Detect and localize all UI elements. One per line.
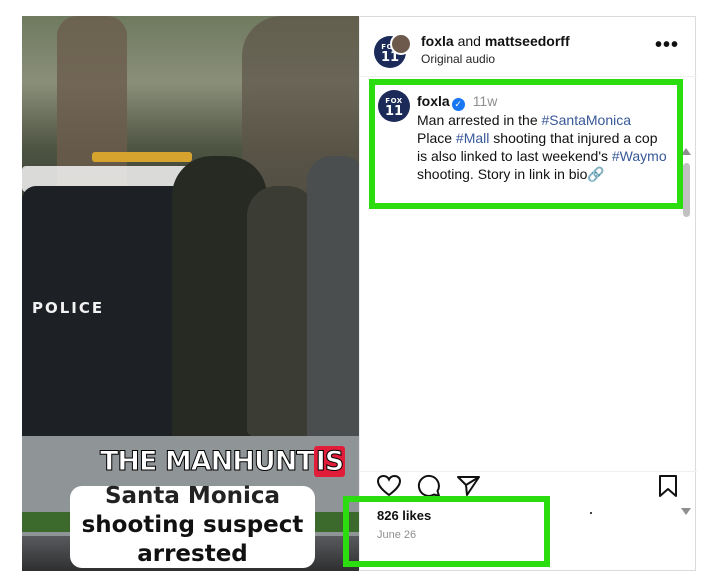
police-car-label: POLICE xyxy=(32,299,105,317)
verified-badge-icon: ✓ xyxy=(451,98,465,111)
caption-author-avatar[interactable]: FOX 11 xyxy=(378,90,410,122)
post-date[interactable]: June 26 xyxy=(377,529,416,541)
save-bookmark-icon[interactable] xyxy=(657,474,679,498)
avatar-channel-number: 11 xyxy=(384,104,404,119)
more-options-icon[interactable]: ••• xyxy=(655,35,679,55)
video-caption-line: arrested xyxy=(137,541,248,567)
audio-link[interactable]: Original audio xyxy=(421,52,495,66)
post-header: FOX 11 foxla and mattseedorff Original a… xyxy=(360,16,697,77)
like-count[interactable]: 826 likes xyxy=(377,508,431,523)
post-side-panel: FOX 11 foxla and mattseedorff Original a… xyxy=(359,16,697,571)
headline-is-badge: IS xyxy=(313,446,346,478)
collaborator-avatar[interactable] xyxy=(390,33,412,55)
hashtag-link[interactable]: #SantaMonica xyxy=(542,112,632,128)
police-lightbar xyxy=(92,152,192,162)
video-caption-line: Santa Monica xyxy=(104,483,281,509)
like-heart-icon[interactable] xyxy=(376,474,402,498)
names-joiner: and xyxy=(453,33,485,49)
video-caption-box: Santa Monica shooting suspect arrested xyxy=(70,483,315,568)
video-headline: THE MANHUNTIS xyxy=(100,446,346,478)
headline-text: THE MANHUNT xyxy=(100,446,316,478)
reel-video[interactable]: POLICE Santa Monica shooting suspect arr… xyxy=(22,16,359,571)
caption-content: foxla ✓ 11w Man arrested in the #SantaMoni… xyxy=(417,92,667,183)
caption-text: Man arrested in the xyxy=(417,112,542,128)
scrollbar-thumb[interactable] xyxy=(683,163,690,217)
caption-section: FOX 11 foxla ✓ 11w Man arrested in the #Sa… xyxy=(360,78,697,515)
share-send-icon[interactable] xyxy=(456,474,482,498)
caption-text: Place xyxy=(417,130,456,146)
collaborator-link[interactable]: mattseedorff xyxy=(485,33,570,49)
video-caption-line: shooting suspect xyxy=(81,512,304,538)
hashtag-link[interactable]: #Mall xyxy=(456,130,489,146)
author-names: foxla and mattseedorff xyxy=(421,33,570,49)
avatar-fox-text: FOX xyxy=(385,97,403,105)
hashtag-link[interactable]: #Waymo xyxy=(612,148,667,164)
caption-text: shooting. Story in link in bio🔗 xyxy=(417,166,605,182)
caption-username[interactable]: foxla xyxy=(417,93,450,109)
comment-bubble-icon[interactable] xyxy=(416,474,442,498)
post-age[interactable]: 11w xyxy=(473,93,498,109)
scroll-up-arrow-icon[interactable] xyxy=(681,148,691,155)
officer-figure xyxy=(307,156,359,456)
author-link[interactable]: foxla xyxy=(421,33,454,49)
